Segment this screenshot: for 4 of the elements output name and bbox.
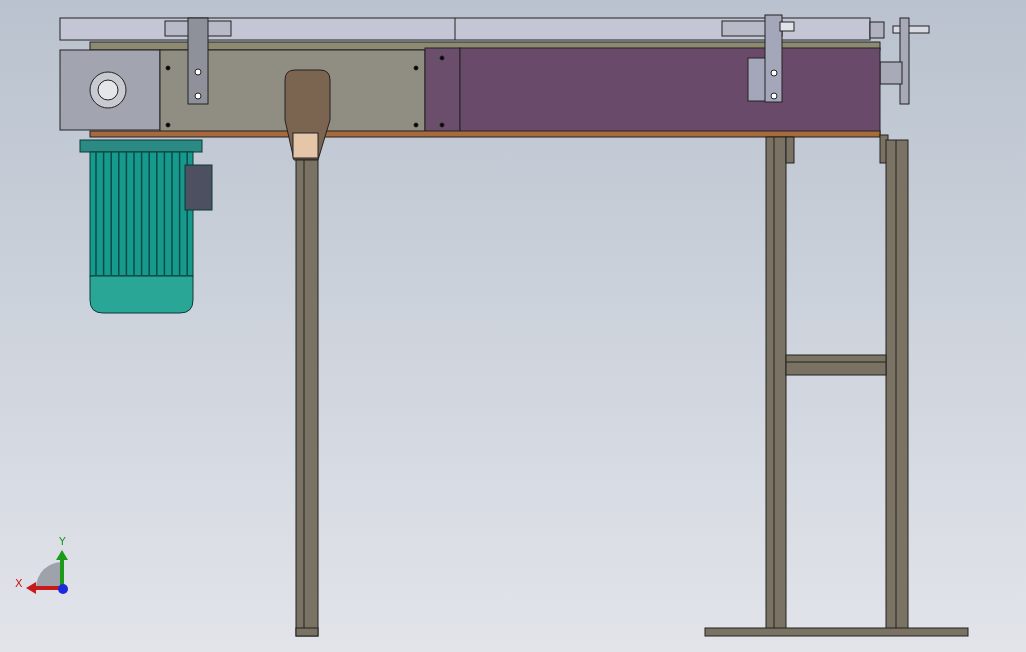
x-axis-label: X [15, 577, 23, 590]
y-axis-label: Y [59, 535, 66, 548]
cad-viewport[interactable]: X Y [0, 0, 1026, 652]
axis-triad [26, 550, 68, 594]
